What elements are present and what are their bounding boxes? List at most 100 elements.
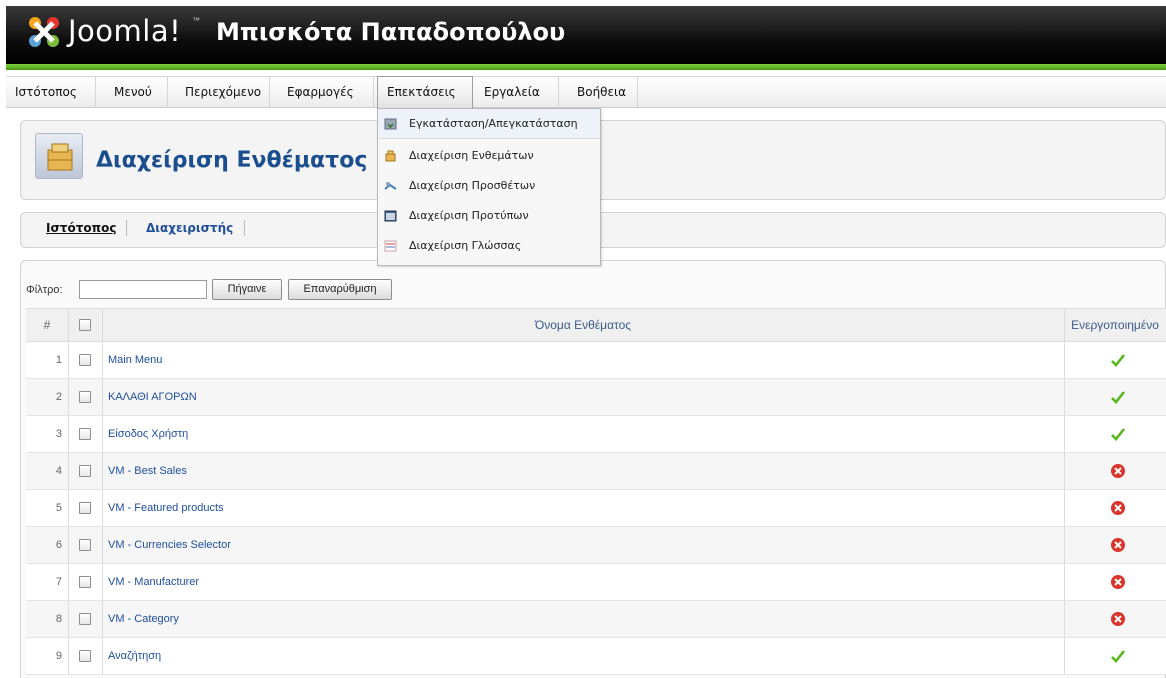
dropdown-item-label: Διαχείριση Προτύπων [409,209,529,222]
module-name-link[interactable]: VM - Currencies Selector [108,539,231,551]
install-icon [384,118,397,130]
column-divider [102,638,103,674]
column-divider [102,342,103,378]
table-row: 3 Είσοδος Χρήστη [26,416,1166,453]
select-all-checkbox[interactable] [79,319,91,331]
row-checkbox[interactable] [79,428,91,440]
row-number: 3 [55,428,62,440]
row-checkbox[interactable] [79,539,91,551]
menu-help[interactable]: Βοήθεια [568,77,638,108]
submenu-administrator[interactable]: Διαχειριστής [146,221,233,235]
table-row: 2 ΚΑΛΑΘΙ ΑΓΟΡΩΝ [26,379,1166,416]
module-name-link[interactable]: Είσοδος Χρήστη [108,428,188,440]
row-number: 2 [55,391,62,403]
disabled-x-icon[interactable] [1110,537,1126,553]
menu-content[interactable]: Περιεχόμενο [176,77,270,108]
dropdown-item-label: Διαχείριση Ενθεμάτων [409,149,534,162]
disabled-x-icon[interactable] [1110,500,1126,516]
enabled-check-icon[interactable] [1110,389,1126,405]
reset-button[interactable]: Επαναρύθμιση [288,279,392,300]
row-checkbox[interactable] [79,650,91,662]
table-row: 5 VM - Featured products [26,490,1166,527]
enabled-check-icon[interactable] [1110,426,1126,442]
table-row: 9 Αναζήτηση [26,638,1166,675]
column-divider [68,638,69,674]
menu-tools[interactable]: Εργαλεία [475,77,559,108]
column-header-module-name[interactable]: Όνομα Ενθέματος [102,309,1064,342]
filter-input[interactable] [79,280,207,299]
column-divider [102,379,103,415]
enabled-check-icon[interactable] [1110,648,1126,664]
submenu-divider [244,220,245,236]
table-row: 4 VM - Best Sales [26,453,1166,490]
row-checkbox[interactable] [79,391,91,403]
module-name-link[interactable]: Main Menu [108,354,162,366]
column-divider [102,416,103,452]
row-checkbox[interactable] [79,576,91,588]
table-header: # Όνομα Ενθέματος Ενεργοποιημένο [26,308,1166,342]
table-row: 7 VM - Manufacturer [26,564,1166,601]
module-name-link[interactable]: VM - Best Sales [108,465,187,477]
logo-trademark: ™ [192,16,200,25]
module-name-link[interactable]: VM - Category [108,613,179,625]
row-checkbox[interactable] [79,354,91,366]
enabled-check-icon[interactable] [1110,352,1126,368]
column-divider [1064,379,1065,415]
module-name-link[interactable]: Αναζήτηση [108,650,161,662]
column-divider [1064,601,1065,637]
column-divider [68,379,69,415]
column-divider [1064,453,1065,489]
disabled-x-icon[interactable] [1110,574,1126,590]
dropdown-item-module-manager[interactable]: Διαχείριση Ενθεμάτων [378,141,600,171]
column-divider [1064,490,1065,526]
dropdown-item-language-manager[interactable]: Διαχείριση Γλώσσας [378,231,600,261]
joomla-logo-text: Joomla! [68,14,182,48]
module-name-link[interactable]: VM - Manufacturer [108,576,199,588]
column-header-number: # [43,318,51,332]
row-checkbox[interactable] [79,502,91,514]
joomla-logo-icon [29,17,59,47]
column-divider [68,309,69,342]
column-divider [68,564,69,600]
plugin-icon [384,182,397,190]
dropdown-item-template-manager[interactable]: Διαχείριση Προτύπων [378,201,600,231]
row-checkbox[interactable] [79,613,91,625]
row-number: 4 [55,465,62,477]
page-title: Διαχείριση Ενθέματος [96,148,368,173]
row-checkbox[interactable] [79,465,91,477]
disabled-x-icon[interactable] [1110,611,1126,627]
row-number: 1 [55,354,62,366]
row-number: 9 [55,650,62,662]
menu-site[interactable]: Ιστότοπος [6,77,96,108]
column-divider [102,601,103,637]
site-name: Μπισκότα Παπαδοπούλου [216,18,566,46]
column-divider [68,490,69,526]
menu-components[interactable]: Εφαρμογές [278,77,374,108]
extensions-dropdown-menu: Εγκατάσταση/Απεγκατάσταση Διαχείριση Ενθ… [377,108,601,266]
language-icon [384,240,397,252]
column-header-enabled[interactable]: Ενεργοποιημένο [1064,309,1166,342]
column-divider [68,342,69,378]
disabled-x-icon[interactable] [1110,463,1126,479]
column-divider [68,416,69,452]
column-divider [102,527,103,563]
column-divider [68,453,69,489]
table-row: 1 Main Menu [26,342,1166,379]
menu-menus[interactable]: Μενού [105,77,168,108]
go-button[interactable]: Πήγαινε [212,279,282,300]
dropdown-item-label: Διαχείριση Γλώσσας [409,239,522,252]
module-name-link[interactable]: VM - Featured products [108,502,224,514]
menu-extensions[interactable]: Επεκτάσεις [377,76,473,109]
row-number: 6 [55,539,62,551]
header-accent-bar [6,64,1166,70]
dropdown-item-plugin-manager[interactable]: Διαχείριση Προσθέτων [378,171,600,201]
table-row: 6 VM - Currencies Selector [26,527,1166,564]
column-divider [1064,527,1065,563]
dropdown-item-label: Εγκατάσταση/Απεγκατάσταση [409,117,578,130]
column-divider [1064,638,1065,674]
row-number: 5 [55,502,62,514]
dropdown-item-install[interactable]: Εγκατάσταση/Απεγκατάσταση [378,109,600,139]
module-name-link[interactable]: ΚΑΛΑΘΙ ΑΓΟΡΩΝ [108,391,197,403]
submenu-site[interactable]: Ιστότοπος [46,221,116,235]
column-divider [1064,416,1065,452]
